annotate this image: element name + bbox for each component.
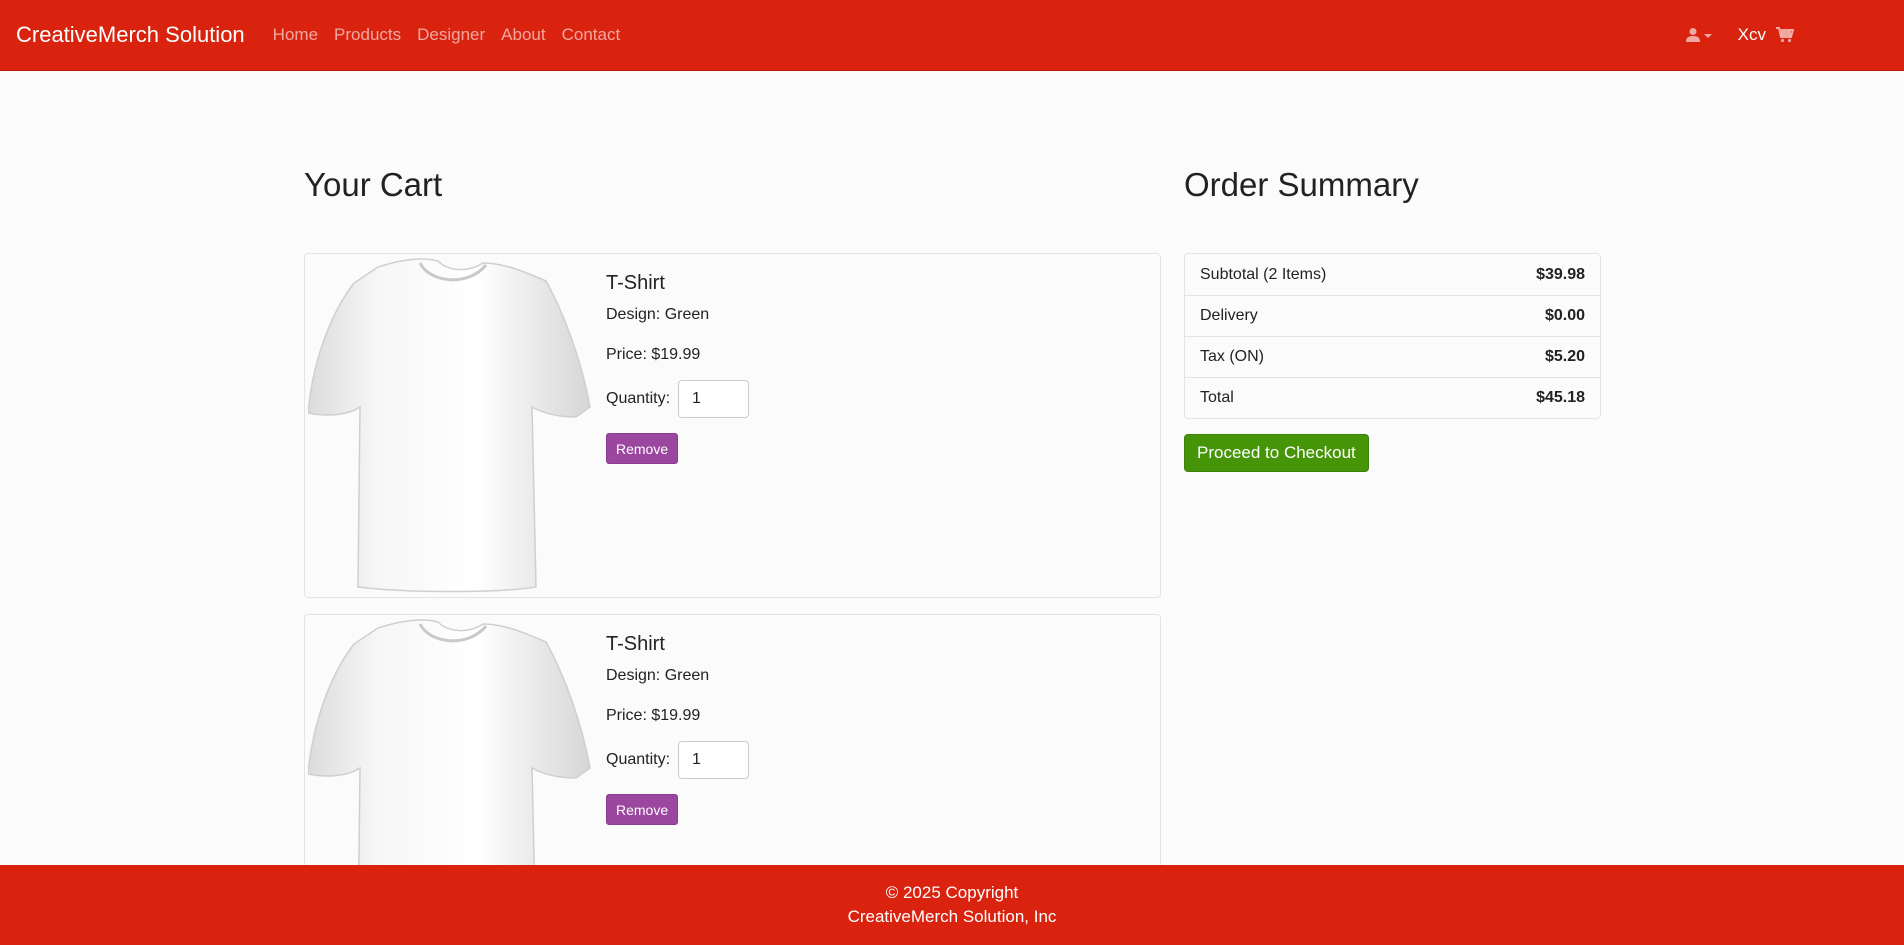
quantity-label: Quantity: <box>606 751 671 768</box>
summary-label: Delivery <box>1200 307 1258 324</box>
quantity-row: Quantity: <box>606 741 750 779</box>
summary-value: $39.98 <box>1536 265 1585 283</box>
summary-label: Subtotal (2 Items) <box>1200 265 1327 283</box>
tshirt-image <box>308 258 591 593</box>
footer: © 2025 Copyright CreativeMerch Solution,… <box>0 865 1904 945</box>
summary-label: Total <box>1200 389 1234 406</box>
summary-value: $0.00 <box>1544 307 1585 324</box>
user-menu-dropdown[interactable] <box>1685 27 1712 43</box>
tshirt-image <box>308 619 591 874</box>
footer-company: CreativeMerch Solution, Inc <box>847 907 1057 926</box>
item-title: T-Shirt <box>606 272 665 294</box>
remove-button[interactable]: Remove <box>606 794 679 825</box>
item-title: T-Shirt <box>606 633 665 655</box>
quantity-label: Quantity: <box>606 390 671 407</box>
summary-heading: Order Summary <box>1184 166 1419 203</box>
shopping-cart-icon[interactable] <box>1776 27 1794 43</box>
cart-item: T-Shirt Design: Green Price: $19.99 Quan… <box>304 253 1161 598</box>
user-name[interactable]: Xcv <box>1738 25 1766 45</box>
item-price: Price: $19.99 <box>606 707 701 724</box>
cart-heading: Your Cart <box>304 166 443 203</box>
item-info: T-Shirt Design: Green Price: $19.99 Quan… <box>606 633 750 825</box>
chevron-down-icon <box>1703 34 1712 38</box>
summary-label: Tax (ON) <box>1200 348 1264 365</box>
summary-value: $5.20 <box>1544 348 1585 365</box>
summary-row-tax: Tax (ON) $5.20 <box>1185 336 1600 377</box>
footer-copyright: © 2025 Copyright <box>885 883 1019 902</box>
item-info: T-Shirt Design: Green Price: $19.99 Quan… <box>606 272 750 464</box>
quantity-row: Quantity: <box>606 380 750 418</box>
summary-value: $45.18 <box>1536 389 1585 406</box>
summary-row-total: Total $45.18 <box>1185 377 1600 418</box>
user-icon <box>1685 28 1700 42</box>
summary-row-subtotal: Subtotal (2 Items) $39.98 <box>1185 254 1600 295</box>
summary-row-delivery: Delivery $0.00 <box>1185 295 1600 336</box>
remove-button[interactable]: Remove <box>606 433 679 464</box>
quantity-input[interactable] <box>678 380 750 418</box>
main-content: Your Cart T-Shirt Design: Green Price: $… <box>304 0 1602 874</box>
quantity-input[interactable] <box>678 741 750 779</box>
item-design: Design: Green <box>606 306 710 323</box>
summary-list: Subtotal (2 Items) $39.98 Delivery $0.00… <box>1184 253 1601 419</box>
cart-item: T-Shirt Design: Green Price: $19.99 Quan… <box>304 614 1161 874</box>
item-price: Price: $19.99 <box>606 346 701 363</box>
item-design: Design: Green <box>606 667 710 684</box>
proceed-to-checkout-button[interactable]: Proceed to Checkout <box>1184 434 1369 472</box>
brand-link[interactable]: CreativeMerch Solution <box>16 22 245 48</box>
nav-right: Xcv <box>1685 0 1794 70</box>
